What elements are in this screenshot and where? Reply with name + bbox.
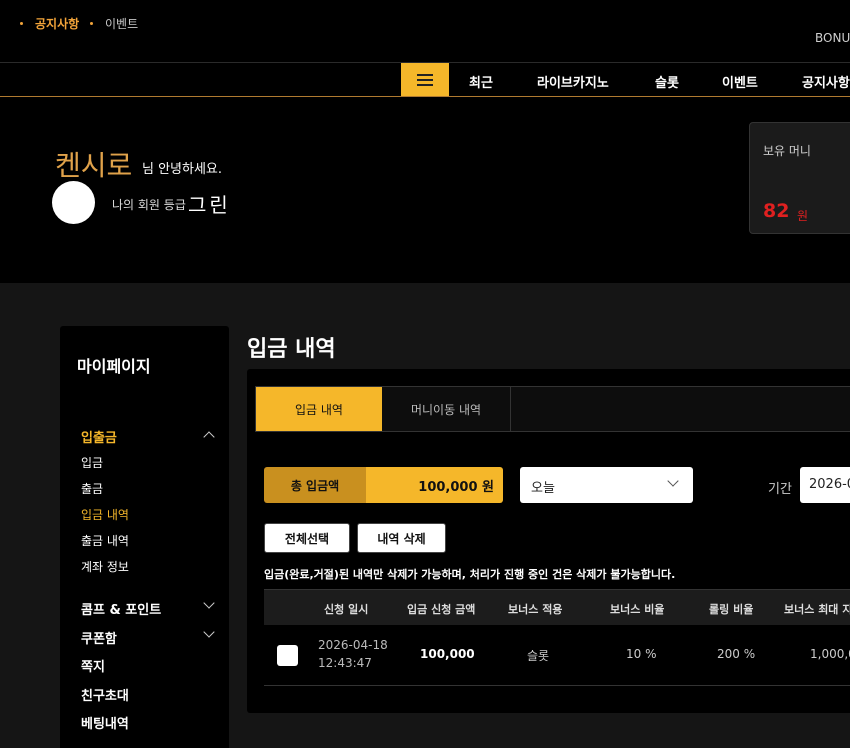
range-select[interactable]: 오늘 (520, 467, 693, 503)
th-request-amount: 입금 신청 금액 (407, 603, 476, 616)
th-bonus-max: 보너스 최대 지급 (784, 603, 850, 616)
tab-bar: 입금 내역 머니이동 내역 (255, 386, 850, 432)
sidebar-section-comp[interactable]: 콤프 & 포인트 (81, 599, 161, 618)
row-date-day: 2026-04-18 (318, 638, 388, 652)
content-panel: 입금 내역 머니이동 내역 총 입금액 100,000 원 오늘 기간 2026… (247, 369, 850, 713)
sidebar-item-withdraw-history[interactable]: 출금 내역 (81, 532, 129, 549)
tab-deposit-history[interactable]: 입금 내역 (256, 387, 382, 431)
sidebar-item-deposit[interactable]: 입금 (81, 454, 103, 471)
date-from-input[interactable]: 2026-04-18 (800, 467, 850, 503)
bullet-icon (20, 22, 23, 25)
chevron-up-icon[interactable] (203, 431, 215, 443)
sidebar: 마이페이지 입출금 입금 출금 입금 내역 출금 내역 계좌 정보 콤프 & 포… (60, 326, 229, 748)
row-date-time: 12:43:47 (318, 656, 372, 670)
sidebar-section-note[interactable]: 쪽지 (81, 656, 105, 675)
money-amount: 82 (763, 200, 790, 222)
total-deposit-box: 총 입금액 100,000 원 (264, 467, 503, 503)
menu-button[interactable] (401, 63, 449, 96)
money-title: 보유 머니 (763, 144, 811, 158)
grade-label: 나의 회원 등급 (112, 198, 186, 212)
bullet-icon (90, 22, 93, 25)
range-select-value: 오늘 (531, 481, 555, 496)
hamburger-icon (417, 73, 433, 86)
nav-item-event[interactable]: 이벤트 (722, 72, 758, 91)
th-request-date: 신청 일시 (324, 603, 369, 616)
row-checkbox[interactable] (277, 645, 298, 666)
delete-notice: 입금(완료,거절)된 내역만 삭제가 가능하며, 처리가 진행 중인 건은 삭제… (264, 568, 676, 581)
sidebar-title: 마이페이지 (77, 357, 151, 376)
user-name: 켄시로 (55, 149, 133, 182)
row-rolling-rate: 200 % (717, 647, 756, 661)
greeting-text: 님 안녕하세요. (142, 162, 223, 177)
top-notice-link[interactable]: 공지사항 (20, 15, 79, 32)
top-event-label: 이벤트 (105, 17, 139, 31)
row-date: 2026-04-18 12:43:47 (318, 636, 388, 672)
deposit-table: 신청 일시 입금 신청 금액 보너스 적용 보너스 비율 롤링 비율 보너스 최… (264, 589, 850, 686)
top-event-link[interactable]: 이벤트 (90, 15, 138, 32)
top-bar: 공지사항 이벤트 BONUS (0, 0, 850, 62)
bonus-link[interactable]: BONUS (815, 31, 850, 45)
sidebar-section-deposit[interactable]: 입출금 (81, 427, 117, 446)
sidebar-item-account-info[interactable]: 계좌 정보 (81, 558, 129, 575)
th-rolling-rate: 롤링 비율 (709, 603, 754, 616)
nav-item-slot[interactable]: 슬롯 (655, 72, 679, 91)
sidebar-section-bet[interactable]: 베팅내역 (81, 713, 129, 732)
greeting-section: 켄시로 님 안녕하세요. 나의 회원 등급 그린 보유 머니 82 원 (0, 97, 850, 283)
main-nav: 최근 라이브카지노 슬롯 이벤트 공지사항 (0, 62, 850, 97)
money-card: 보유 머니 82 원 (749, 122, 850, 234)
table-header: 신청 일시 입금 신청 금액 보너스 적용 보너스 비율 롤링 비율 보너스 최… (264, 589, 850, 625)
row-amount: 100,000 (420, 647, 475, 661)
page-title: 입금 내역 (247, 337, 336, 362)
row-bonus-type: 슬롯 (527, 649, 550, 663)
chevron-down-icon (667, 475, 679, 487)
date-from-value: 2026-04-18 (809, 477, 850, 492)
nav-item-recent[interactable]: 최근 (469, 72, 493, 91)
money-unit: 원 (797, 209, 809, 223)
table-row: 2026-04-18 12:43:47 100,000 슬롯 10 % 200 … (264, 625, 850, 686)
th-bonus-rate: 보너스 비율 (610, 603, 665, 616)
th-bonus-type: 보너스 적용 (508, 603, 563, 616)
total-deposit-value: 100,000 원 (366, 467, 503, 503)
avatar (52, 181, 95, 224)
period-label: 기간 (768, 482, 792, 497)
grade-value: 그린 (188, 193, 231, 217)
sidebar-item-withdraw[interactable]: 출금 (81, 480, 103, 497)
sidebar-section-coupon[interactable]: 쿠폰함 (81, 628, 117, 647)
main-content: 마이페이지 입출금 입금 출금 입금 내역 출금 내역 계좌 정보 콤프 & 포… (0, 283, 850, 748)
row-bonus-rate: 10 % (626, 647, 657, 661)
total-deposit-label: 총 입금액 (264, 467, 366, 503)
top-notice-label: 공지사항 (35, 17, 80, 31)
row-bonus-max: 1,000,000 (810, 647, 850, 661)
tab-money-transfer-history[interactable]: 머니이동 내역 (382, 387, 511, 431)
select-all-button[interactable]: 전체선택 (264, 523, 350, 553)
chevron-down-icon[interactable] (203, 597, 215, 609)
nav-item-live-casino[interactable]: 라이브카지노 (537, 72, 609, 91)
sidebar-item-deposit-history[interactable]: 입금 내역 (81, 506, 129, 523)
sidebar-section-invite[interactable]: 친구초대 (81, 685, 129, 704)
delete-history-button[interactable]: 내역 삭제 (357, 523, 446, 553)
nav-item-notice[interactable]: 공지사항 (802, 72, 850, 91)
chevron-down-icon[interactable] (203, 626, 215, 638)
